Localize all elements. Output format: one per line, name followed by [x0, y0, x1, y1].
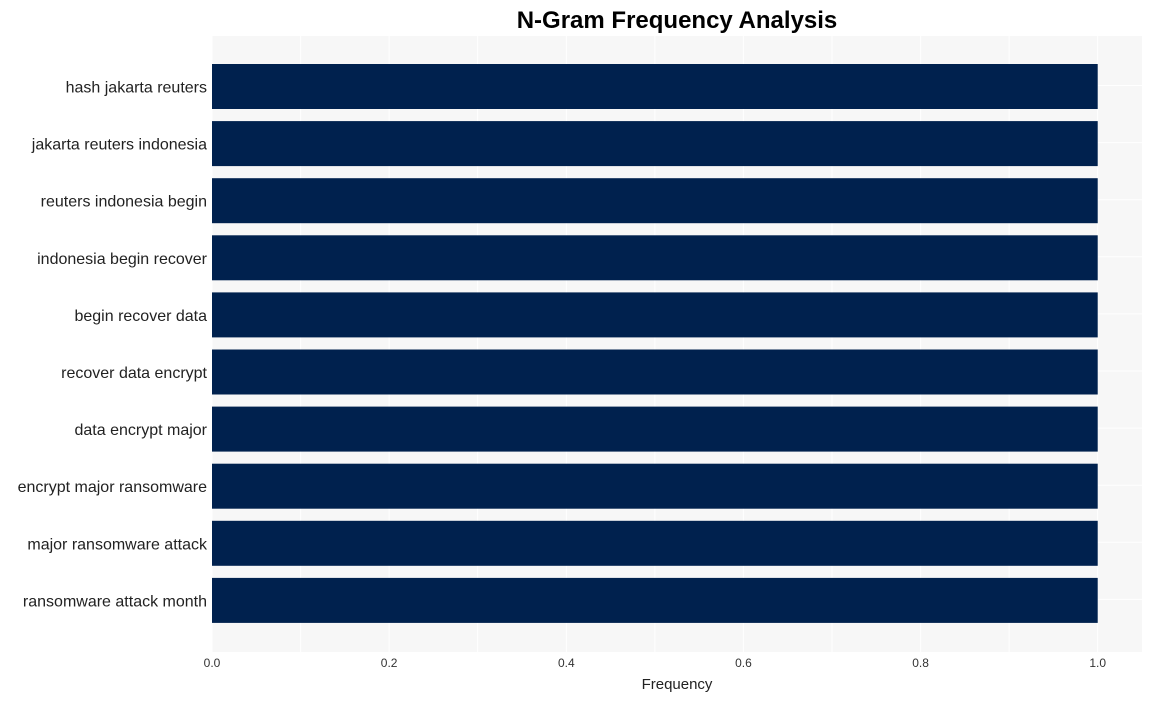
bar — [212, 178, 1098, 224]
y-tick-label: hash jakarta reuters — [66, 80, 207, 97]
y-tick-label: indonesia begin recover — [37, 251, 208, 268]
x-tick-label: 0.2 — [381, 656, 398, 670]
x-tick-label: 0.4 — [558, 656, 575, 670]
x-tick-label: 0.0 — [204, 656, 221, 670]
y-axis-labels: hash jakarta reuters jakarta reuters indo… — [18, 80, 208, 611]
y-tick-label: reuters indonesia begin — [41, 194, 207, 211]
y-tick-label: jakarta reuters indonesia — [31, 137, 207, 154]
bar — [212, 406, 1098, 452]
y-tick-label: major ransomware attack — [27, 536, 208, 553]
y-tick-label: data encrypt major — [74, 422, 207, 439]
x-tick-label: 1.0 — [1089, 656, 1106, 670]
bar — [212, 349, 1098, 395]
x-tick-label: 0.8 — [912, 656, 929, 670]
bar — [212, 235, 1098, 281]
y-tick-label: ransomware attack month — [23, 593, 207, 610]
bar — [212, 64, 1098, 109]
y-tick-label: encrypt major ransomware — [18, 479, 208, 496]
x-axis-label: Frequency — [642, 676, 713, 693]
bar — [212, 292, 1098, 338]
x-tick-label: 0.6 — [735, 656, 752, 670]
y-tick-label: recover data encrypt — [61, 365, 207, 382]
bar — [212, 463, 1098, 509]
bar — [212, 577, 1098, 623]
chart-title: N-Gram Frequency Analysis — [517, 7, 838, 34]
chart: N-Gram Frequency Analysis hash jakarta r… — [18, 7, 1142, 693]
bar — [212, 520, 1098, 566]
y-tick-label: begin recover data — [74, 308, 207, 325]
x-axis-ticks: 0.0 0.2 0.4 0.6 0.8 1.0 — [204, 656, 1107, 670]
bar — [212, 121, 1098, 167]
